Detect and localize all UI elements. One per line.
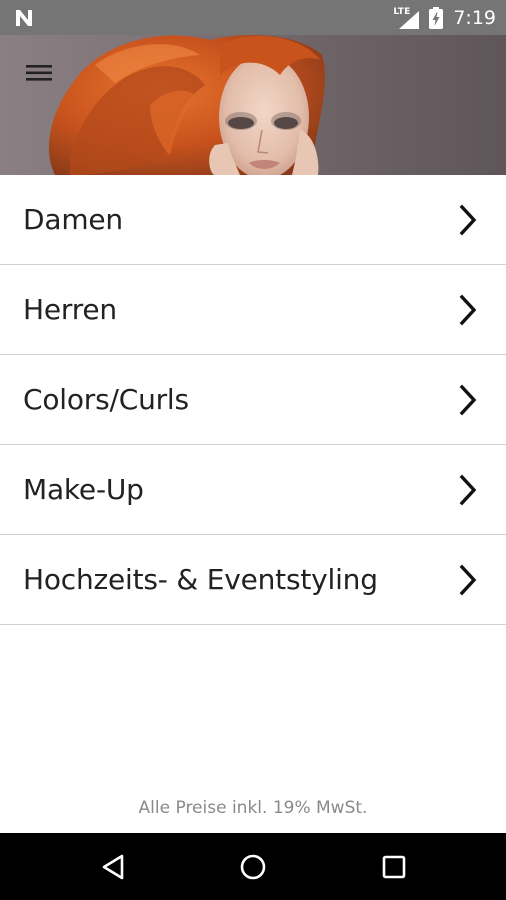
list-item-label: Colors/Curls — [23, 383, 189, 416]
list-item-hochzeits-eventstyling[interactable]: Hochzeits- & Eventstyling — [0, 535, 506, 625]
chevron-right-icon — [459, 474, 477, 506]
price-note: Alle Preise inkl. 19% MwSt. — [138, 798, 368, 818]
list-item-herren[interactable]: Herren — [0, 265, 506, 355]
chevron-right-icon — [459, 384, 477, 416]
lte-signal-icon: LTE — [393, 7, 420, 29]
home-icon[interactable] — [235, 849, 271, 885]
header-banner — [0, 35, 506, 175]
status-bar: LTE 7:19 — [0, 0, 506, 35]
hero-image — [48, 35, 325, 175]
navigation-bar — [0, 833, 506, 900]
chevron-right-icon — [459, 204, 477, 236]
chevron-right-icon — [459, 294, 477, 326]
list-item-label: Hochzeits- & Eventstyling — [23, 563, 378, 596]
back-icon[interactable] — [96, 849, 132, 885]
list-item-label: Make-Up — [23, 473, 144, 506]
notification-n-icon — [16, 10, 32, 26]
status-icons: LTE 7:19 — [393, 0, 496, 35]
list-item-label: Herren — [23, 293, 117, 326]
chevron-right-icon — [459, 564, 477, 596]
hamburger-menu-icon[interactable] — [20, 57, 60, 89]
list-item-make-up[interactable]: Make-Up — [0, 445, 506, 535]
recents-icon[interactable] — [376, 849, 412, 885]
status-time: 7:19 — [453, 6, 496, 29]
category-list: Damen Herren Colors/Curls Make-Up Hochze… — [0, 175, 506, 625]
list-item-colors-curls[interactable]: Colors/Curls — [0, 355, 506, 445]
list-item-damen[interactable]: Damen — [0, 175, 506, 265]
list-item-label: Damen — [23, 203, 123, 236]
battery-charging-icon — [429, 6, 444, 29]
